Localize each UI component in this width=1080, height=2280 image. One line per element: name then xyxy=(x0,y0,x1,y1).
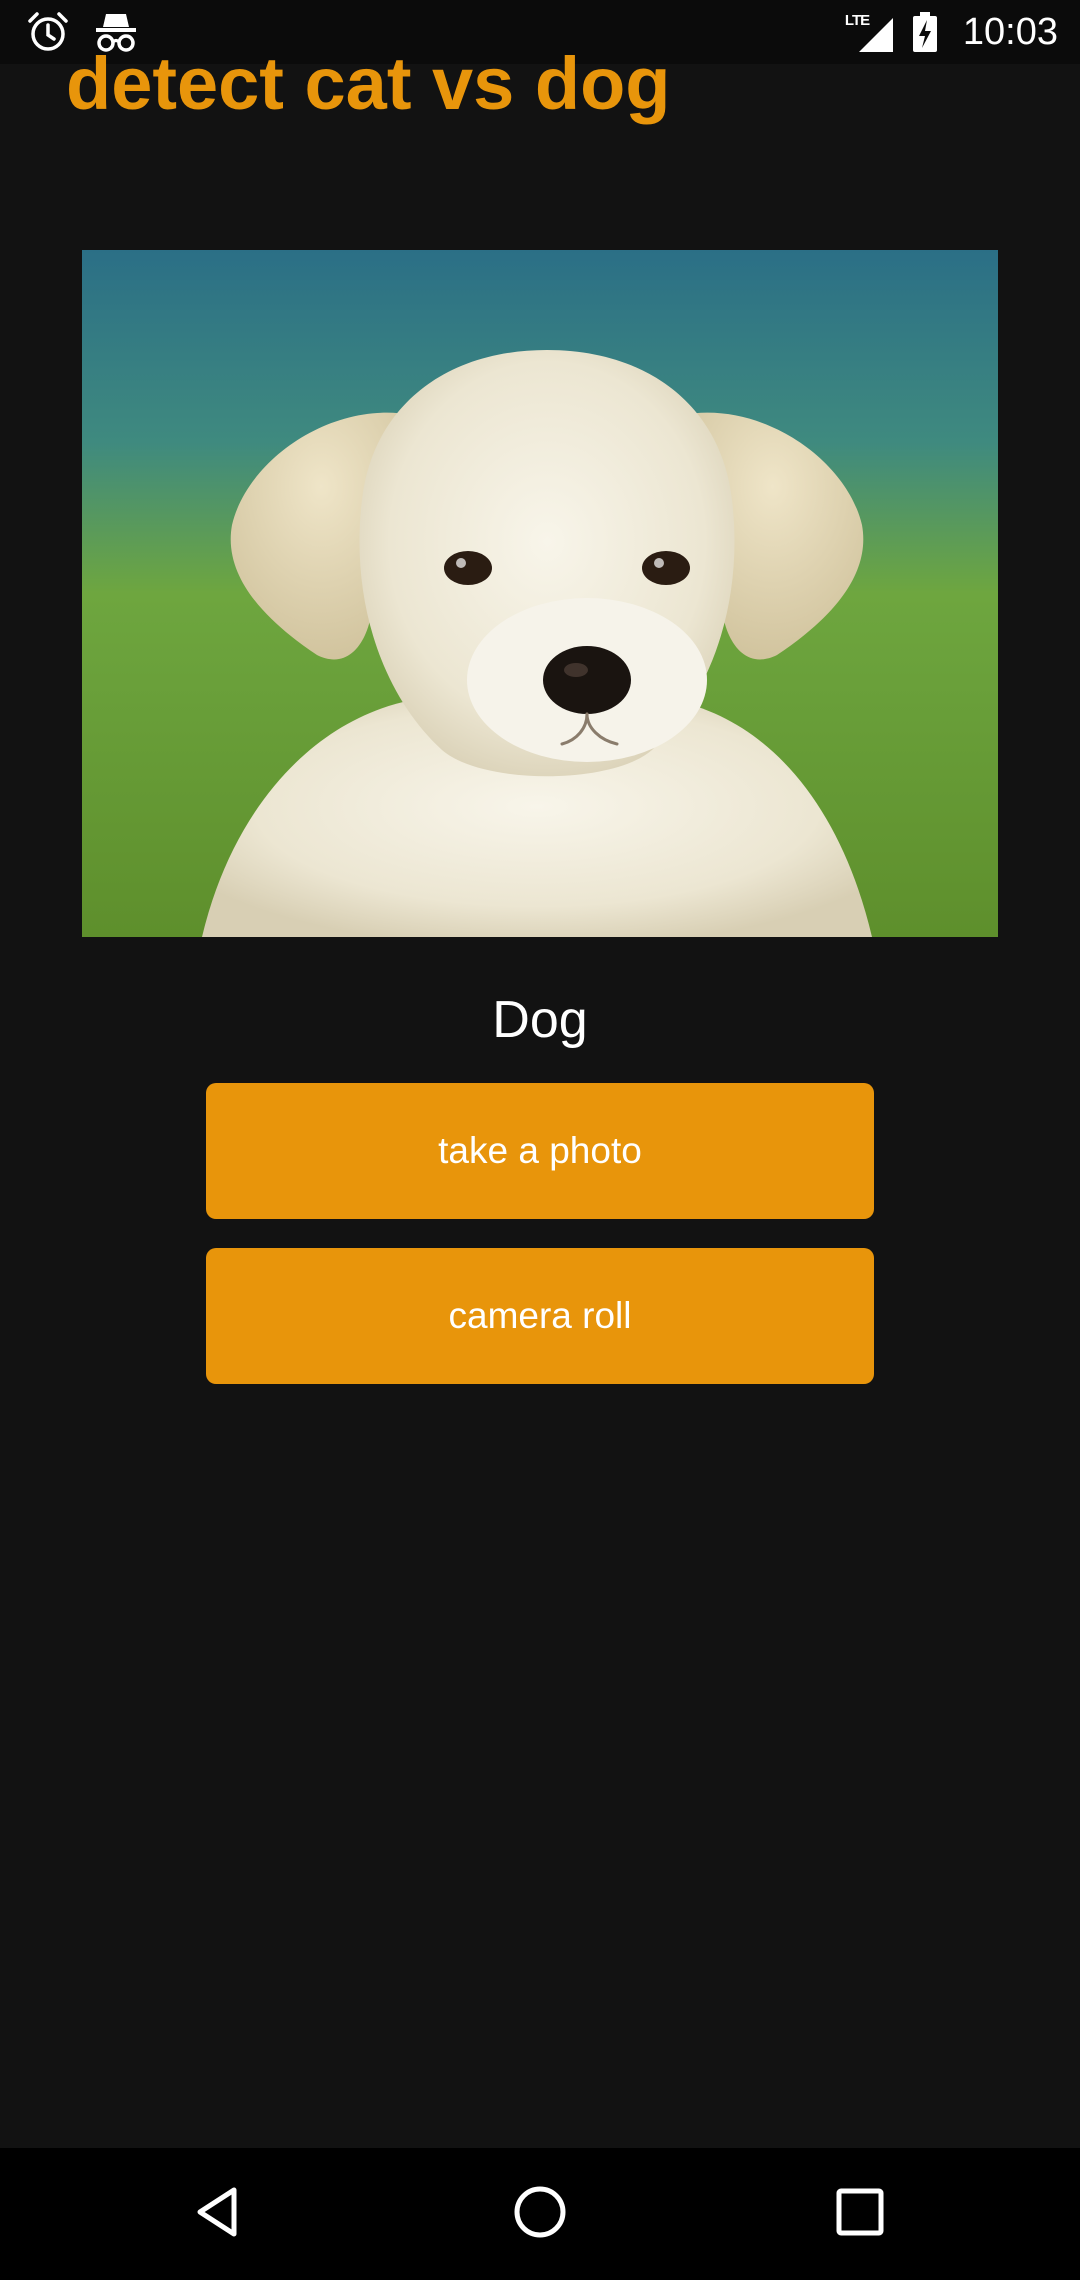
recents-icon xyxy=(830,2182,890,2247)
app-title: detect cat vs dog xyxy=(66,42,671,125)
status-right-icons: LTE 10:03 xyxy=(845,8,1058,56)
home-button[interactable] xyxy=(500,2174,580,2254)
dog-photo xyxy=(82,250,998,937)
take-photo-button[interactable]: take a photo xyxy=(206,1083,874,1219)
back-button[interactable] xyxy=(180,2174,260,2254)
recents-button[interactable] xyxy=(820,2174,900,2254)
lte-signal-icon: LTE xyxy=(845,10,897,54)
prediction-result: Dog xyxy=(492,991,588,1049)
home-icon xyxy=(510,2182,570,2247)
alarm-icon xyxy=(26,10,70,54)
back-icon xyxy=(190,2182,250,2247)
navigation-bar xyxy=(0,2148,1080,2280)
battery-charging-icon xyxy=(911,10,939,54)
status-time: 10:03 xyxy=(962,10,1058,53)
camera-roll-button[interactable]: camera roll xyxy=(206,1248,874,1384)
